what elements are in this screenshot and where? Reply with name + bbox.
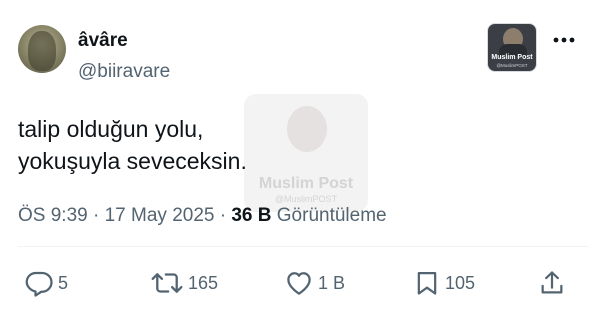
- share-button[interactable]: [538, 266, 566, 300]
- views-label: Görüntüleme: [276, 205, 387, 226]
- views-count: 36 B: [231, 205, 277, 226]
- bookmark-count: 105: [445, 272, 476, 293]
- bookmark-button[interactable]: 105: [413, 266, 475, 300]
- repost-icon: [151, 273, 183, 293]
- reply-count: 5: [58, 272, 69, 293]
- repost-button[interactable]: 165: [150, 266, 218, 300]
- like-count: 1 B: [318, 272, 346, 293]
- actions-divider: [18, 246, 588, 247]
- heart-icon: [287, 272, 311, 295]
- tweet-text-line-2: yokuşuyla seveceksin.: [18, 148, 247, 174]
- meta-separator: ·: [93, 205, 105, 226]
- tweet-text-line-1: talip olduğun yolu,: [18, 116, 204, 142]
- more-options-icon: [553, 37, 575, 43]
- tweet-text: talip olduğun yolu, yokuşuyla seveceksin…: [18, 113, 247, 177]
- tweet-card: âvâre @biiravare Muslim Post @MuslimPOST…: [0, 0, 606, 316]
- avatar-silhouette: [28, 31, 56, 71]
- badge-handle: @MuslimPOST: [496, 63, 528, 68]
- reply-icon: [25, 271, 53, 297]
- author-handle[interactable]: @biiravare: [78, 61, 170, 83]
- tweet-time[interactable]: ÖS 9:39: [18, 205, 93, 226]
- author-avatar[interactable]: [18, 25, 66, 73]
- bookmark-icon: [417, 271, 437, 295]
- meta-separator-2: ·: [219, 205, 232, 226]
- share-icon: [541, 271, 563, 294]
- watermark-handle: @MuslimPOST: [274, 194, 338, 204]
- author-display-name[interactable]: âvâre: [78, 30, 128, 52]
- watermark-logo: Muslim Post @MuslimPOST: [244, 94, 368, 212]
- repost-count: 165: [188, 272, 219, 293]
- reply-button[interactable]: 5: [24, 266, 68, 300]
- badge-name: Muslim Post: [491, 54, 533, 61]
- affiliate-badge[interactable]: Muslim Post @MuslimPOST: [487, 23, 537, 72]
- watermark-name: Muslim Post: [258, 175, 354, 192]
- watermark-face: [287, 106, 327, 152]
- tweet-date[interactable]: 17 May 2025: [105, 205, 220, 226]
- more-options-button[interactable]: [547, 28, 581, 52]
- like-button[interactable]: 1 B: [284, 266, 345, 300]
- tweet-meta: ÖS 9:39 · 17 May 2025 · 36 B Görüntüleme: [18, 205, 387, 227]
